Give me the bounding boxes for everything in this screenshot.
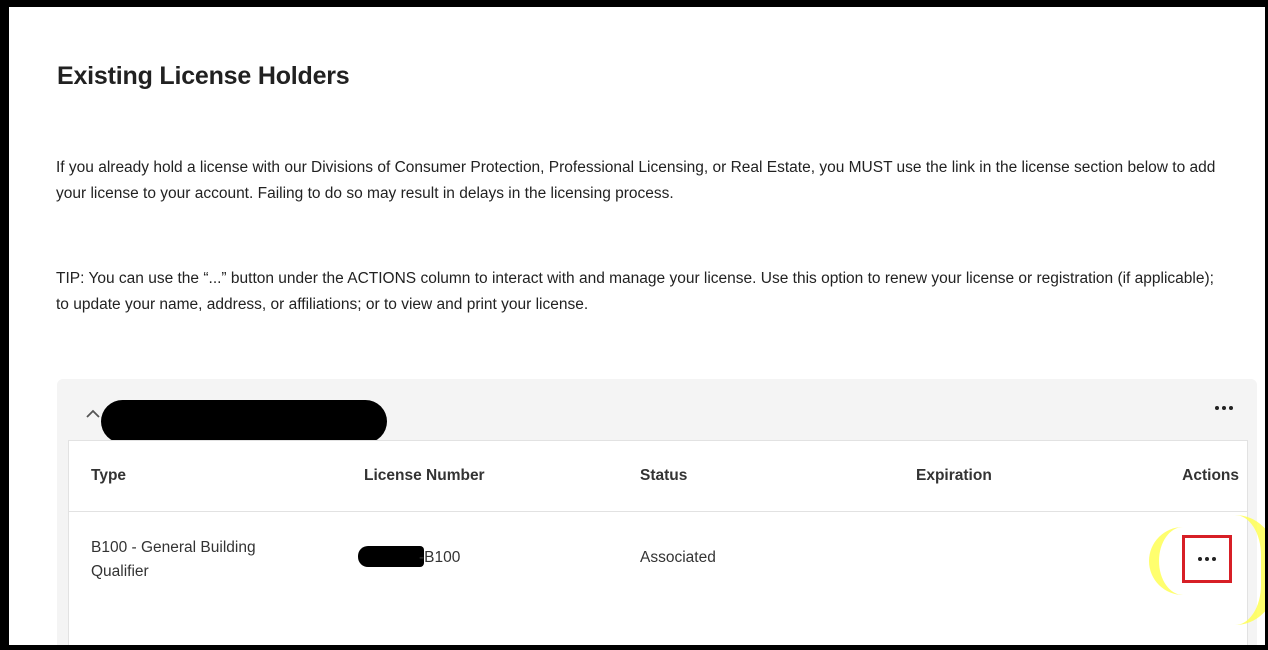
cell-license-number: -B100 <box>419 549 461 566</box>
highlight-mark-right <box>1231 515 1265 625</box>
table-header: Type License Number Status Expiration Ac… <box>69 441 1247 512</box>
license-card: Type License Number Status Expiration Ac… <box>57 379 1257 645</box>
column-header-actions: Actions <box>1182 467 1239 484</box>
cell-type: B100 - General Building Qualifier <box>91 539 256 580</box>
column-header-license-number: License Number <box>364 467 485 484</box>
intro-paragraph: If you already hold a license with our D… <box>56 159 1216 202</box>
row-actions-button[interactable] <box>1182 535 1232 583</box>
column-header-type: Type <box>91 467 127 484</box>
redaction-mark <box>358 546 424 567</box>
table-row: B100 - General Building Qualifier -B100 … <box>69 512 1247 602</box>
column-header-status: Status <box>640 467 688 484</box>
page-frame: Existing License Holders If you already … <box>9 7 1265 645</box>
license-card-header[interactable] <box>57 379 1257 443</box>
page-title: Existing License Holders <box>57 62 350 90</box>
license-table: Type License Number Status Expiration Ac… <box>68 440 1248 645</box>
card-more-icon[interactable] <box>1211 401 1237 415</box>
redaction-mark <box>101 400 387 443</box>
chevron-up-icon[interactable] <box>83 405 103 421</box>
column-header-expiration: Expiration <box>916 467 992 484</box>
tip-paragraph: TIP: You can use the “...” button under … <box>56 270 1214 313</box>
more-horizontal-icon <box>1198 557 1216 561</box>
cell-status: Associated <box>640 549 716 566</box>
